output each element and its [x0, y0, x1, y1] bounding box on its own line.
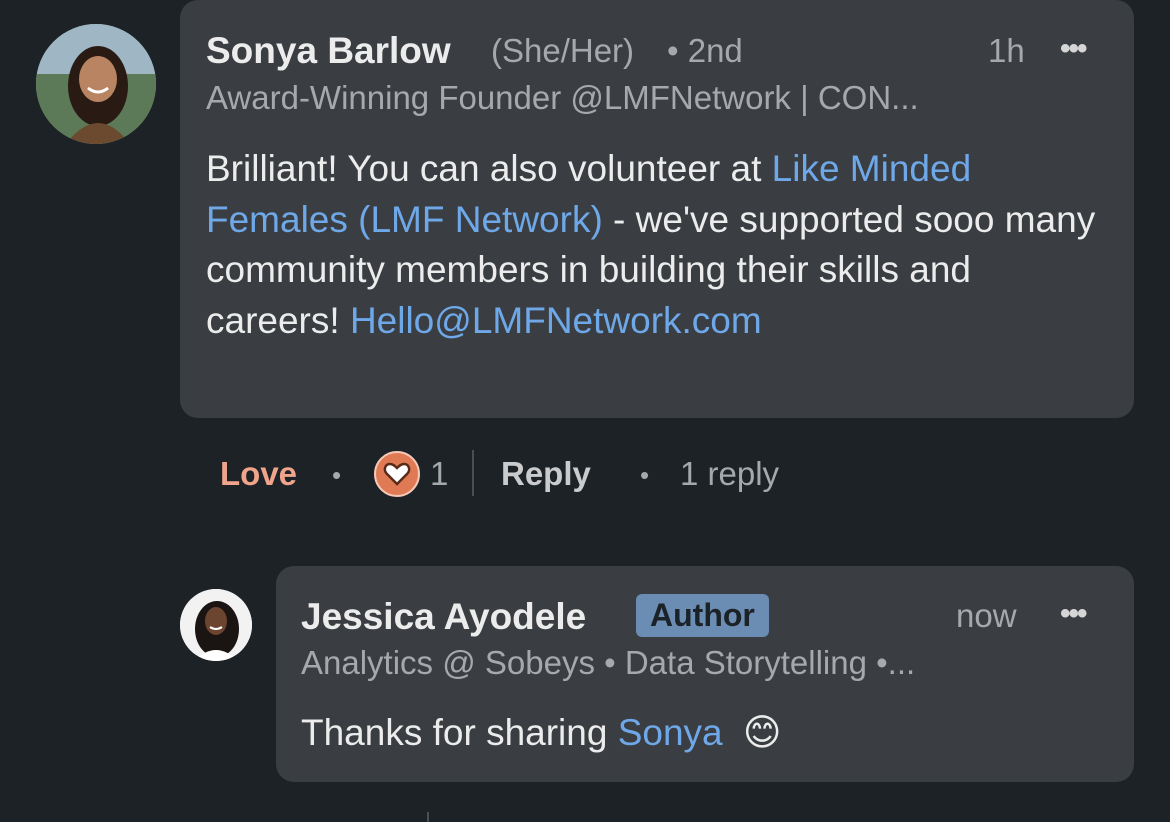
author-badge: Author — [636, 594, 769, 637]
reply-button[interactable]: Reply — [501, 455, 591, 493]
reply-author-name[interactable]: Jessica Ayodele — [301, 596, 586, 638]
comment-author-name[interactable]: Sonya Barlow — [206, 30, 451, 72]
connection-degree: • 2nd — [667, 32, 743, 69]
avatar-sonya[interactable] — [36, 24, 156, 144]
more-options-icon[interactable]: ••• — [1060, 32, 1087, 66]
love-reaction-icon[interactable] — [374, 451, 420, 497]
action-divider — [472, 450, 474, 496]
comment-text-part1: Brilliant! You can also volunteer at — [206, 148, 772, 189]
reaction-count[interactable]: 1 — [430, 455, 448, 493]
reply-timestamp: now — [956, 597, 1017, 634]
profile-photo-icon — [180, 589, 252, 661]
comment-author-headline: Award-Winning Founder @LMFNetwork | CON.… — [206, 79, 919, 116]
separator-dot: • — [332, 460, 342, 490]
love-reaction-button[interactable]: Love — [220, 455, 297, 493]
action-divider — [427, 812, 429, 822]
reply-text-part1: Thanks for sharing — [301, 712, 618, 753]
email-link[interactable]: Hello@LMFNetwork.com — [350, 300, 762, 341]
separator-dot: • — [640, 460, 650, 490]
profile-photo-icon — [36, 24, 156, 144]
smile-emoji-icon: 😊 — [742, 712, 782, 753]
comment-author-pronouns: (She/Her) — [491, 32, 635, 69]
comment-timestamp: 1h — [988, 32, 1025, 69]
more-options-icon[interactable]: ••• — [1060, 597, 1087, 631]
reply-count-link[interactable]: 1 reply — [680, 455, 779, 493]
comment-text: Brilliant! You can also volunteer at Lik… — [206, 144, 1106, 346]
reply-text: Thanks for sharing Sonya 😊 — [301, 708, 1101, 759]
avatar-jessica[interactable] — [180, 589, 252, 661]
reply-author-headline: Analytics @ Sobeys • Data Storytelling •… — [301, 644, 916, 681]
mention-sonya[interactable]: Sonya — [618, 712, 723, 753]
